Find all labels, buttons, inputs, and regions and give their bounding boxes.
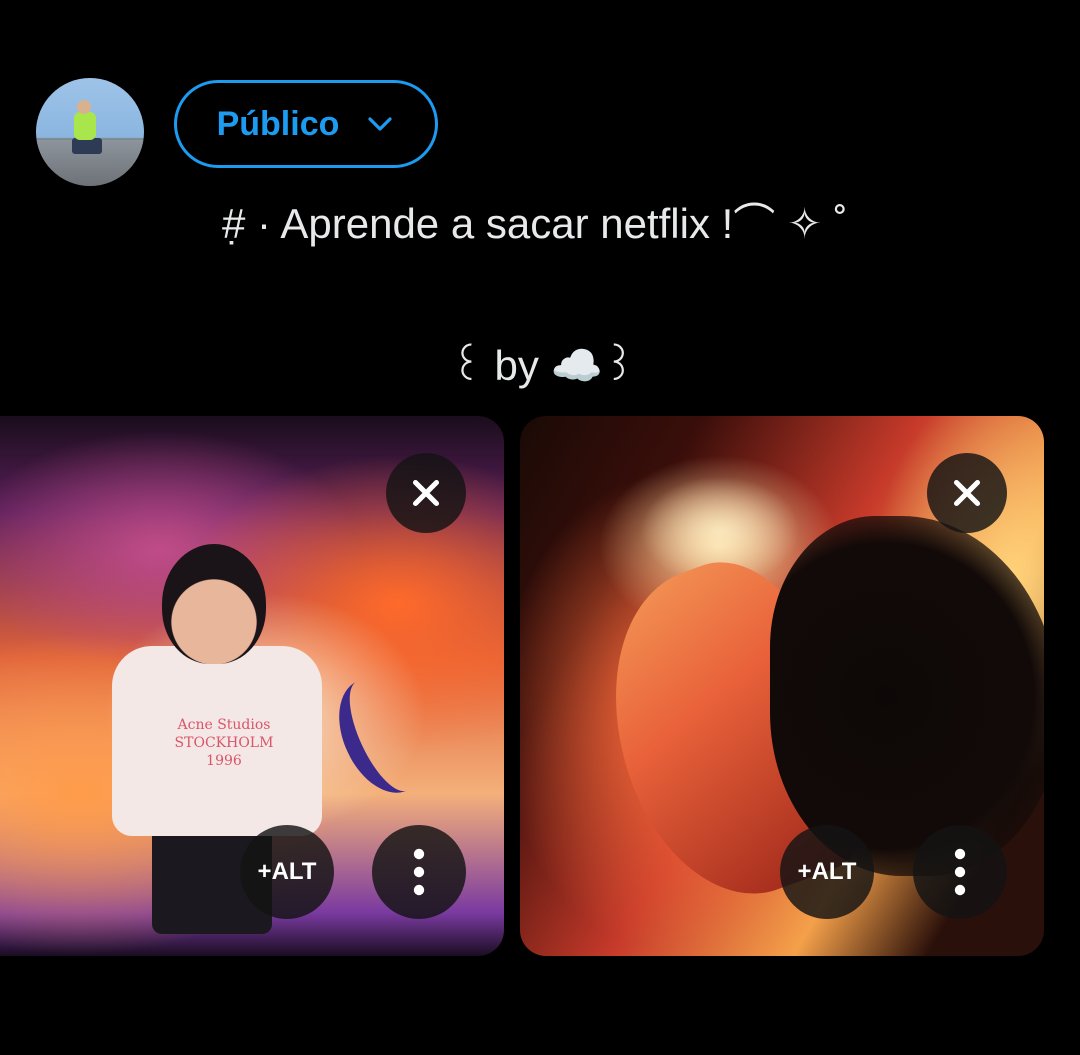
media-1-figure-head: [162, 544, 266, 664]
add-alt-text-1-button[interactable]: +ALT: [240, 825, 334, 919]
audience-selector-button[interactable]: Público: [174, 80, 438, 168]
media-1-shirt-print: Acne Studios STOCKHOLM 1996: [164, 716, 284, 770]
shirt-print-line: Acne Studios: [177, 717, 271, 733]
chevron-down-icon: [368, 117, 393, 131]
audience-label: Público: [216, 104, 340, 143]
remove-media-2-button[interactable]: [927, 453, 1007, 533]
shirt-print-line: 1996: [206, 753, 242, 769]
avatar-figure-body: [74, 112, 96, 140]
more-vertical-icon: [413, 848, 425, 896]
avatar[interactable]: [36, 78, 144, 186]
tweet-text-line-1[interactable]: #̣ · Aprende a sacar netflix !⌒ ✧ ˚: [222, 190, 848, 251]
media-1-background-swirl: [322, 665, 442, 807]
more-vertical-icon: [954, 848, 966, 896]
shirt-print-line: STOCKHOLM: [174, 735, 274, 751]
close-icon: [412, 479, 440, 507]
media-2-hair: [770, 516, 1044, 876]
tweet-composer: Público #̣ · Aprende a sacar netflix !⌒ …: [0, 0, 1080, 1055]
close-icon: [953, 479, 981, 507]
avatar-figure-head: [77, 100, 91, 114]
tweet-text-line-2[interactable]: ꒰ by ☁️꒱: [450, 336, 636, 391]
media-1-menu-button[interactable]: [372, 825, 466, 919]
avatar-figure-legs: [72, 138, 102, 154]
remove-media-1-button[interactable]: [386, 453, 466, 533]
add-alt-text-2-button[interactable]: +ALT: [780, 825, 874, 919]
media-2-menu-button[interactable]: [913, 825, 1007, 919]
